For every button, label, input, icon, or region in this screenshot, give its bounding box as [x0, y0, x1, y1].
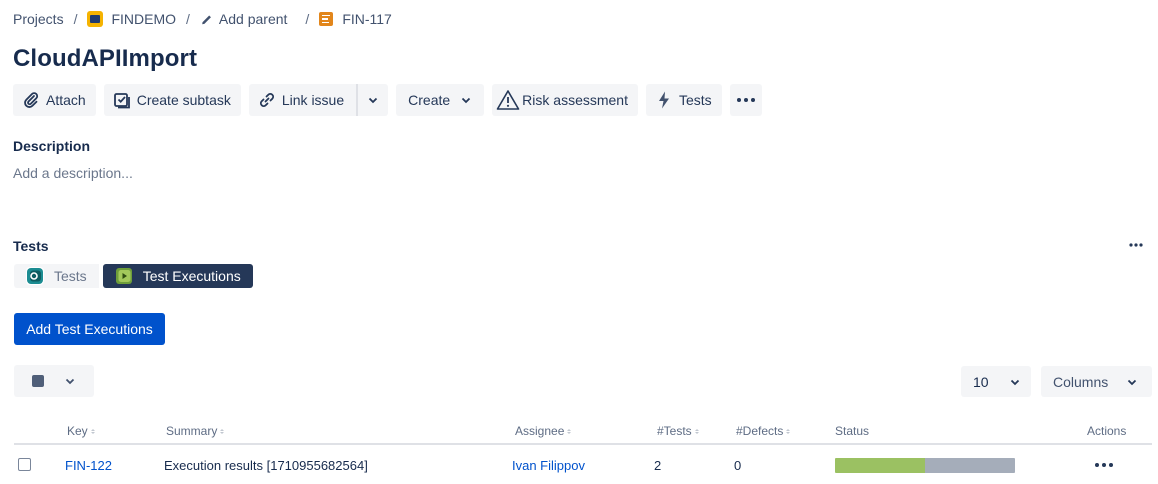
column-header-summary-label: Summary	[166, 424, 218, 438]
row-tests-count: 2	[654, 458, 662, 473]
chevron-down-icon	[369, 97, 378, 104]
row-status-bar[interactable]	[835, 458, 1015, 473]
attach-label: Attach	[46, 92, 86, 108]
description-label: Description	[13, 138, 91, 154]
attach-button[interactable]: Attach	[13, 84, 96, 116]
column-header-assignee-label: Assignee	[515, 424, 565, 438]
add-parent-link[interactable]: Add parent	[200, 11, 288, 27]
breadcrumb-project[interactable]: FINDEMO	[87, 11, 176, 27]
chevron-down-icon	[65, 378, 75, 385]
chevron-down-icon	[1127, 379, 1137, 385]
add-test-executions-button[interactable]: Add Test Executions	[14, 313, 165, 345]
risk-assessment-label: Risk assessment	[522, 92, 628, 108]
more-icon	[736, 98, 755, 102]
create-subtask-label: Create subtask	[136, 92, 231, 108]
tests-button[interactable]: Tests	[645, 84, 722, 116]
page-size-value: 10	[973, 373, 989, 390]
create-subtask-button[interactable]: Create subtask	[103, 84, 241, 116]
columns-label: Columns	[1053, 373, 1109, 390]
project-avatar-icon	[87, 11, 104, 27]
pencil-icon	[202, 15, 211, 25]
paperclip-icon	[24, 92, 39, 108]
row-assignee-link[interactable]: Ivan Filippov	[512, 458, 585, 473]
test-icon	[26, 267, 44, 285]
breadcrumb-separator: /	[73, 11, 78, 27]
row-summary: Execution results [1710955682564]	[164, 458, 368, 473]
row-more-actions-icon[interactable]	[1094, 461, 1114, 469]
warning-icon	[496, 90, 520, 110]
breadcrumb-issue-key: FIN-117	[342, 11, 392, 27]
column-header-assignee[interactable]: Assignee	[515, 424, 572, 438]
status-pass-segment	[835, 458, 925, 473]
link-issue-dropdown-button[interactable]	[356, 84, 389, 116]
column-header-key-label: Key	[67, 424, 88, 438]
status-todo-segment	[925, 458, 1015, 473]
column-header-summary[interactable]: Summary	[166, 424, 225, 438]
column-header-defects[interactable]: #Defects	[736, 424, 791, 438]
sort-icon	[786, 428, 791, 434]
tab-test-executions-label: Test Executions	[142, 268, 241, 284]
issue-type-icon	[319, 12, 334, 26]
issue-title[interactable]: CloudAPIImport	[13, 45, 197, 73]
tests-tabs: Tests Test Executions	[14, 264, 253, 288]
columns-button[interactable]: Columns	[1041, 366, 1152, 397]
bulk-select-dropdown[interactable]	[14, 365, 94, 397]
tests-section-label: Tests	[13, 238, 49, 254]
subtask-icon	[113, 93, 130, 109]
column-header-status: Status	[835, 424, 870, 438]
column-header-tests[interactable]: #Tests	[657, 424, 699, 438]
risk-assessment-button[interactable]: Risk assessment	[492, 84, 638, 116]
row-checkbox[interactable]	[18, 458, 31, 471]
column-header-tests-label: #Tests	[657, 424, 692, 438]
issue-toolbar: Attach Create subtask Link issue Create …	[13, 84, 770, 116]
tests-label: Tests	[678, 92, 712, 108]
lightning-icon	[658, 91, 669, 109]
page-size-select[interactable]: 10	[961, 366, 1031, 397]
tab-test-executions[interactable]: Test Executions	[102, 264, 253, 288]
column-header-actions: Actions	[1087, 424, 1127, 438]
breadcrumb: Projects / FINDEMO / Add parent / FIN-11…	[13, 10, 392, 28]
row-key-link[interactable]: FIN-122	[65, 458, 112, 473]
create-label: Create	[408, 92, 451, 108]
sort-icon	[567, 428, 572, 434]
checkbox-icon	[32, 375, 44, 387]
breadcrumb-separator: /	[186, 11, 190, 27]
link-issue-label: Link issue	[281, 92, 345, 108]
table-header-divider	[14, 443, 1152, 445]
more-actions-button[interactable]	[729, 84, 762, 116]
add-parent-label: Add parent	[218, 11, 288, 27]
description-field[interactable]: Add a description...	[13, 165, 133, 181]
link-icon	[259, 92, 274, 108]
link-issue-button[interactable]: Link issue	[248, 84, 357, 116]
breadcrumb-project-label: FINDEMO	[111, 11, 177, 27]
tab-tests[interactable]: Tests	[14, 264, 99, 288]
test-execution-icon	[115, 267, 133, 285]
tab-tests-label: Tests	[54, 268, 87, 284]
row-defects-count: 0	[734, 458, 742, 473]
chevron-down-icon	[462, 97, 471, 104]
column-header-defects-label: #Defects	[736, 424, 784, 438]
chevron-down-icon	[1010, 379, 1020, 385]
sort-icon	[694, 428, 699, 434]
breadcrumb-projects[interactable]: Projects	[13, 11, 64, 27]
create-dropdown-button[interactable]: Create	[396, 84, 485, 116]
breadcrumb-issue[interactable]: FIN-117	[319, 11, 392, 27]
sort-icon	[220, 428, 225, 434]
column-header-key[interactable]: Key	[67, 424, 95, 438]
tests-panel-more-icon[interactable]	[1126, 240, 1146, 250]
breadcrumb-separator: /	[305, 11, 310, 27]
sort-icon	[90, 428, 95, 434]
